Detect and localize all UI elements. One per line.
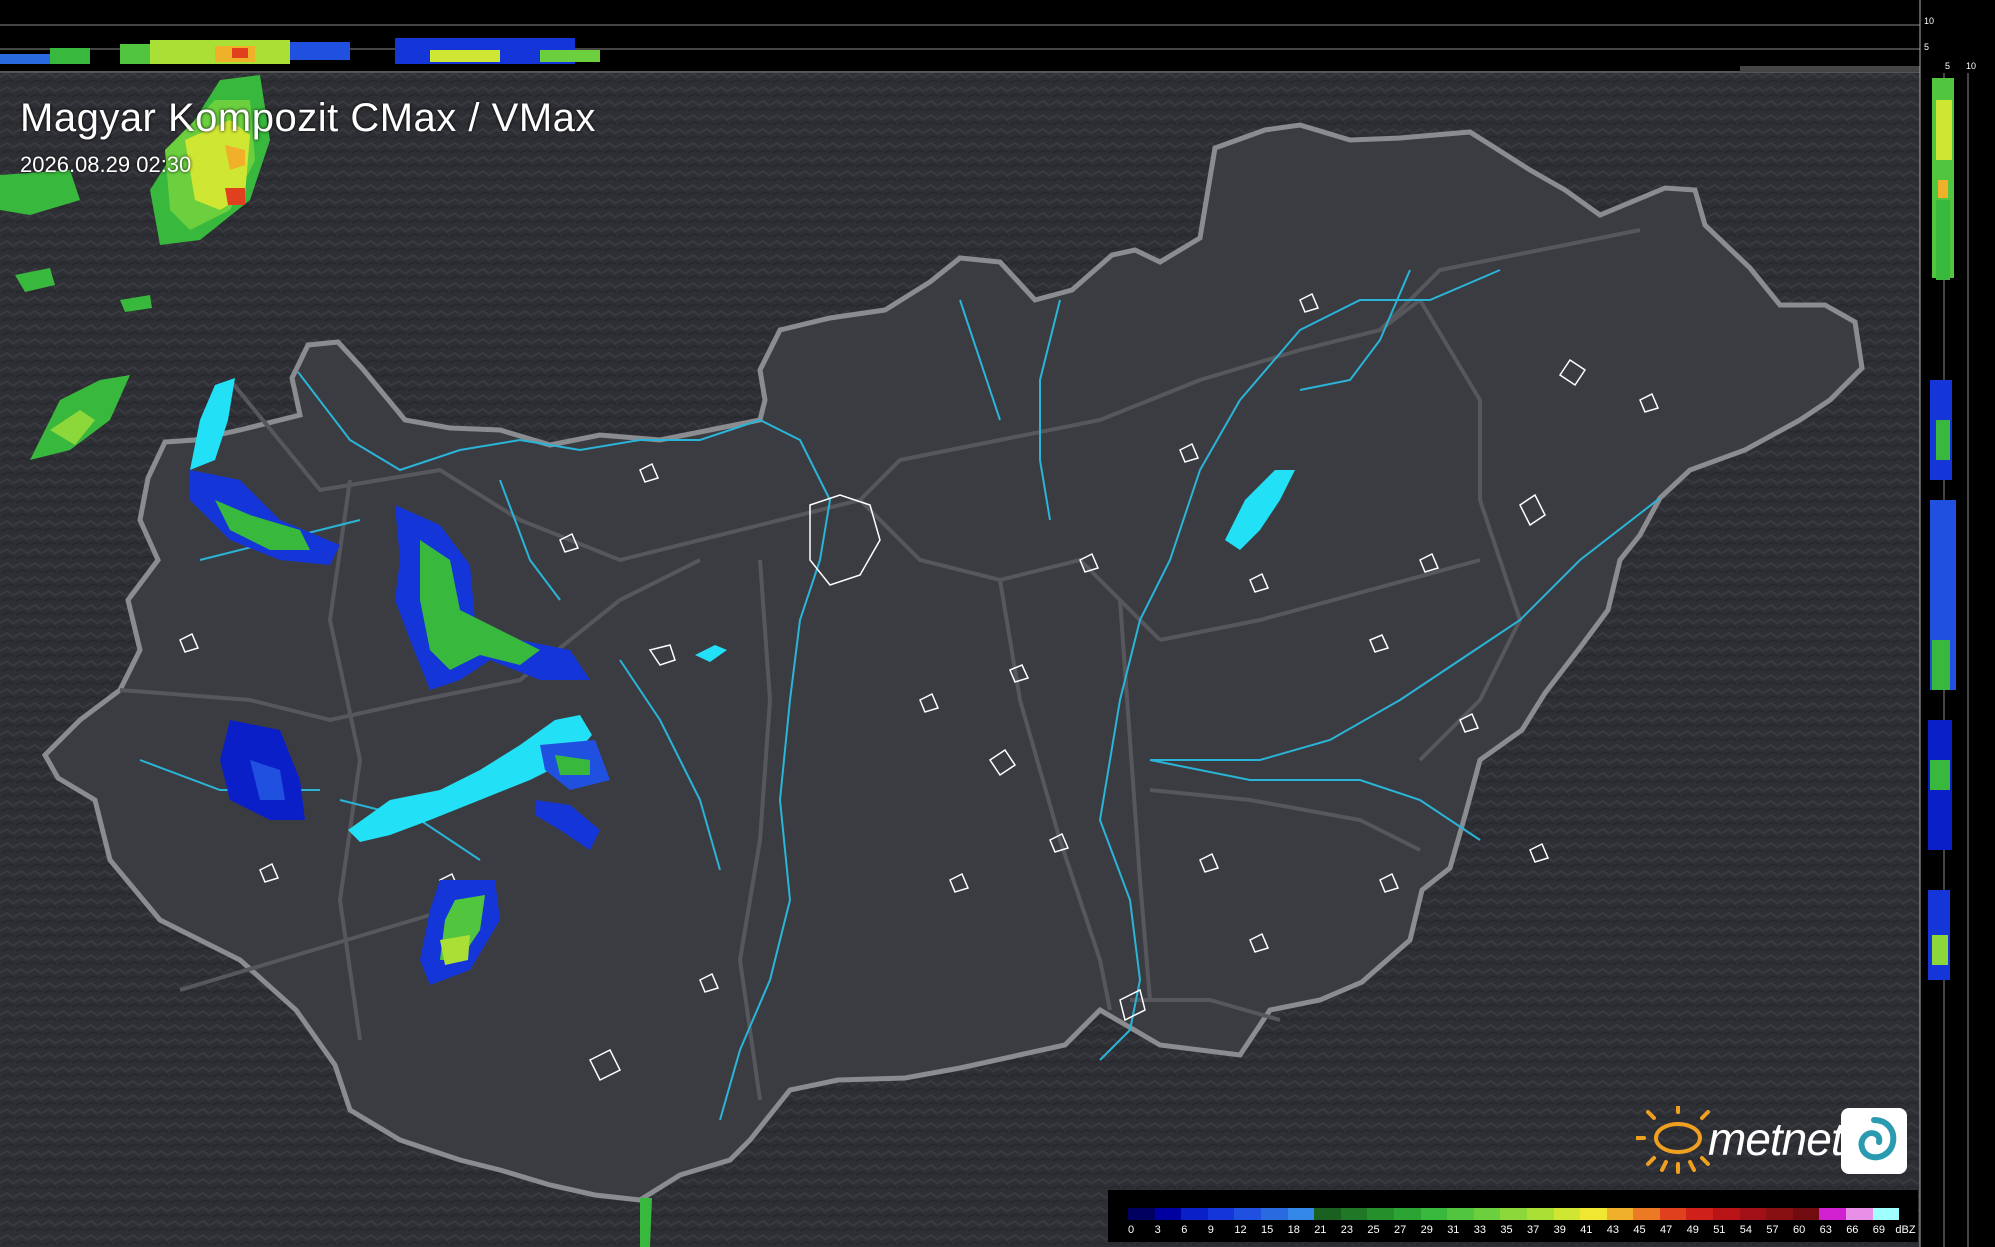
legend-swatch [1447,1208,1474,1220]
legend-label: 45 [1633,1224,1646,1236]
legend-label: 12 [1234,1224,1247,1236]
legend-label: 41 [1580,1224,1593,1236]
legend-label: 69 [1872,1224,1886,1236]
legend-swatch [1234,1208,1261,1220]
legend-swatch [1393,1208,1421,1220]
legend-swatch [1340,1208,1368,1220]
legend-label: 54 [1739,1224,1753,1236]
legend-label: 9 [1207,1224,1214,1236]
legend-unit: dBZ [1895,1224,1916,1236]
legend-label: 31 [1447,1224,1460,1236]
legend-swatch [1314,1208,1341,1220]
legend-swatch [1154,1208,1182,1220]
legend-swatch [1792,1208,1820,1220]
legend-label: 47 [1660,1224,1673,1236]
legend-swatch [1260,1208,1288,1220]
legend-swatch [1553,1208,1581,1220]
swirl-icon [1841,1108,1907,1174]
legend-swatch [1872,1208,1900,1220]
legend-label: 27 [1394,1224,1407,1236]
legend-label: 3 [1154,1224,1161,1236]
map-title: Magyar Kompozit CMax / VMax [20,96,596,140]
side-profile-echoes [1928,78,1956,980]
legend-label: 60 [1793,1224,1806,1236]
legend-label: 21 [1314,1224,1327,1236]
legend-label: 37 [1527,1224,1540,1236]
legend-label: 15 [1261,1224,1274,1236]
legend-label: 23 [1340,1224,1354,1236]
legend-label: 63 [1819,1224,1832,1236]
legend-label: 51 [1713,1224,1726,1236]
legend-swatch [1606,1208,1634,1220]
logo-text: metnet [1708,1113,1844,1165]
legend-swatch [1766,1208,1793,1220]
legend-swatch [1846,1208,1873,1220]
legend-label: 25 [1367,1224,1380,1236]
legend-label: 6 [1181,1224,1188,1236]
side-axis-label-10: 10 [1966,61,1977,71]
legend-label: 35 [1500,1224,1513,1236]
legend-swatch [1420,1208,1448,1220]
legend-swatch [1633,1208,1660,1220]
dbz-legend: 0 3 6 9 12 15 18 21 23 25 27 29 31 33 35 37 39 41 43 45 47 49… [1108,1190,1918,1242]
legend-label: 66 [1846,1224,1859,1236]
radar-map [0,0,1995,1247]
legend-swatch [1500,1208,1527,1220]
legend-swatch [1526,1208,1554,1220]
legend-swatch [1367,1208,1394,1220]
top-axis-label-5: 5 [1924,42,1930,52]
top-axis-label-10: 10 [1924,16,1935,26]
legend-swatch [1128,1208,1155,1220]
legend-label: 18 [1287,1224,1300,1236]
legend-swatch [1287,1208,1315,1220]
legend-swatch [1580,1208,1607,1220]
legend-color-bar [1128,1208,1900,1220]
legend-label: 0 [1128,1224,1135,1236]
legend-swatch [1686,1208,1714,1220]
legend-swatch [1819,1208,1847,1220]
legend-swatch [1659,1208,1687,1220]
legend-label: 39 [1553,1224,1566,1236]
legend-label: 57 [1766,1224,1779,1236]
sun-icon [1636,1106,1710,1174]
legend-swatch [1473,1208,1501,1220]
legend-label: 49 [1686,1224,1699,1236]
side-axis-label-5: 5 [1945,61,1951,71]
legend-swatch [1713,1208,1740,1220]
legend-swatch [1739,1208,1767,1220]
map-timestamp: 2026.08.29 02:30 [20,152,192,177]
legend-label: 29 [1420,1224,1433,1236]
legend-label: 43 [1606,1224,1620,1236]
legend-swatch [1207,1208,1235,1220]
legend-swatch [1181,1208,1208,1220]
legend-label: 33 [1473,1224,1487,1236]
